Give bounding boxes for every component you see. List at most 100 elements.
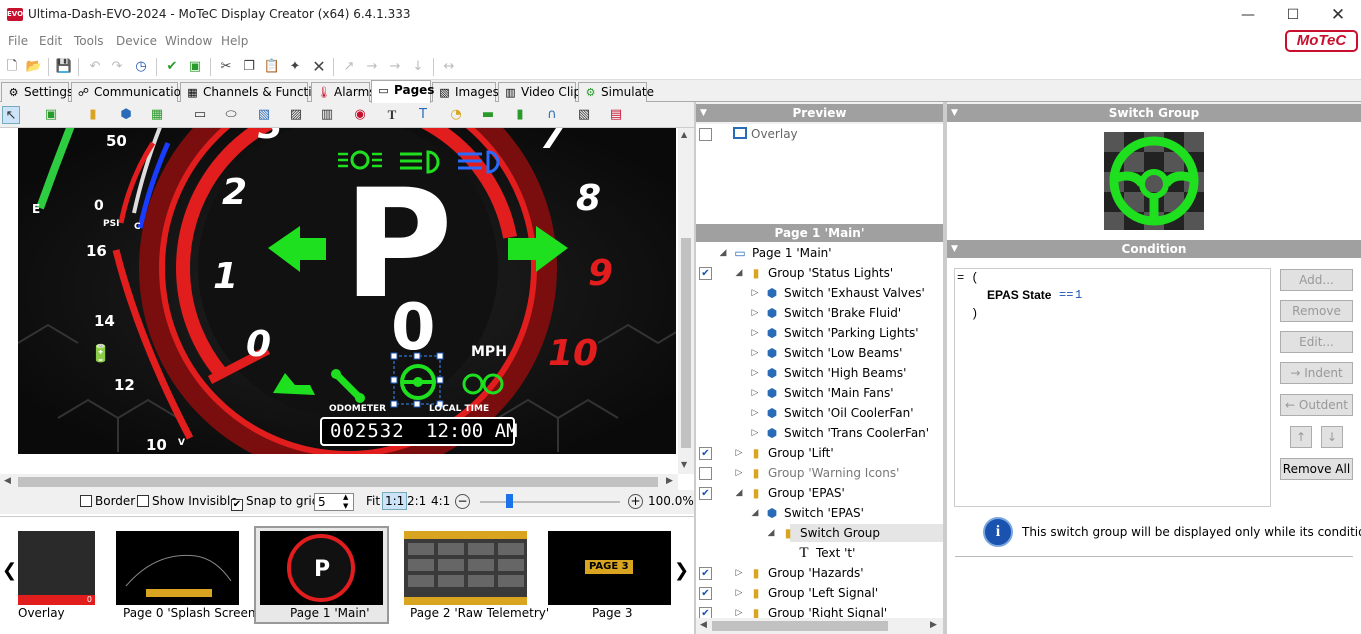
pointer-tool-icon[interactable]: ↖ [2, 106, 20, 124]
menu-device[interactable]: Device [116, 34, 157, 48]
expand-arrow-icon[interactable]: ▷ [734, 463, 744, 483]
arc-tool-icon[interactable]: ∩ [543, 106, 561, 124]
expand-arrow-icon[interactable]: ▷ [734, 603, 744, 618]
move-bottom-icon[interactable]: ↓ [409, 58, 427, 76]
move-down-button[interactable]: ↓ [1321, 426, 1343, 448]
scroll-thumb[interactable] [681, 238, 691, 448]
tab-settings[interactable]: ⚙ Settings [1, 82, 73, 102]
page-thumb-raw-telemetry[interactable] [404, 531, 527, 605]
zoom-in-icon[interactable]: + [628, 494, 643, 509]
paste-icon[interactable]: 📋 [263, 58, 281, 76]
canvas-vertical-scrollbar[interactable]: ▲ ▼ [678, 128, 694, 474]
expand-arrow-icon[interactable]: ▷ [734, 563, 744, 583]
tree-row[interactable]: ▷ ⬢ Switch 'Trans CoolerFan' [696, 423, 943, 443]
scroll-up-icon[interactable]: ▲ [681, 130, 687, 139]
tree-row[interactable]: ▷ ⬢ Switch 'Exhaust Valves' [696, 283, 943, 303]
paste-special-icon[interactable]: ✦ [286, 58, 304, 76]
add-page-icon[interactable]: ▣ [42, 106, 60, 124]
tree-row[interactable]: ▷ ⬢ Switch 'Parking Lights' [696, 323, 943, 343]
image-tool-icon[interactable]: ▧ [255, 106, 273, 124]
expand-arrow-icon[interactable]: ▷ [750, 363, 760, 383]
menu-file[interactable]: File [8, 34, 28, 48]
scroll-right-icon[interactable]: ▶ [666, 476, 673, 486]
vertical-bar-tool-icon[interactable]: ▮ [511, 106, 529, 124]
show-invisible-checkbox[interactable]: Show Invisible [137, 494, 238, 508]
text-tool-icon[interactable]: T [383, 106, 401, 124]
check-icon[interactable]: ✔ [163, 58, 181, 76]
expand-arrow-icon[interactable]: ▷ [750, 423, 760, 443]
expand-arrow-icon[interactable]: ▷ [734, 443, 744, 463]
canvas-horizontal-scrollbar[interactable]: ◀ ▶ [0, 474, 678, 490]
outdent-button[interactable]: ← Outdent [1280, 394, 1353, 416]
tab-channels-functions[interactable]: ▦ Channels & Functions [180, 82, 333, 102]
dash-canvas[interactable]: P 0 MPH ODOMETER LOCAL TIME 002532 12:00… [18, 128, 676, 454]
remove-all-button[interactable]: Remove All [1280, 458, 1353, 480]
menu-tools[interactable]: Tools [74, 34, 104, 48]
alarm-tool-icon[interactable]: ◉ [351, 106, 369, 124]
save-icon[interactable]: 💾 [55, 58, 73, 76]
channel-text-icon[interactable]: Τ [414, 106, 432, 124]
condition-editor[interactable]: = ( EPAS State == 1 ) [954, 268, 1271, 507]
switch-group-header[interactable]: ▼ Switch Group [947, 104, 1361, 122]
zoom-fit-button[interactable]: Fit [366, 494, 380, 508]
zoom-4-1-button[interactable]: 4:1 [431, 494, 450, 508]
tree-row[interactable]: ✔ ▷ ▮ Group 'Right Signal' [696, 603, 943, 618]
maximize-button[interactable]: ☐ [1270, 0, 1316, 30]
table-tool-icon[interactable]: ▦ [148, 106, 166, 124]
scroll-thumb[interactable] [712, 621, 888, 631]
tab-alarms[interactable]: 🌡 Alarms [311, 82, 376, 102]
expand-arrow-icon[interactable]: ▷ [750, 343, 760, 363]
expand-arrow-icon[interactable]: ▷ [750, 323, 760, 343]
tree-row[interactable]: ◢ ⬢ Switch 'EPAS' [696, 503, 943, 523]
indent-button[interactable]: → Indent [1280, 362, 1353, 384]
tree-row-checkbox[interactable]: ✔ [699, 447, 712, 460]
redo-icon[interactable]: ↷ [108, 58, 126, 76]
condition-header[interactable]: ▼ Condition [947, 240, 1361, 258]
zoom-out-icon[interactable]: − [455, 494, 470, 509]
page-thumb-main[interactable]: P [260, 531, 383, 605]
strip-prev-icon[interactable]: ❮ [2, 560, 17, 581]
undo-icon[interactable]: ↶ [86, 58, 104, 76]
collapse-arrow-icon[interactable]: ◢ [750, 503, 760, 523]
tree-row[interactable]: ▷ ⬢ Switch 'Main Fans' [696, 383, 943, 403]
tree-row[interactable]: ✔ ◢ ▮ Group 'EPAS' [696, 483, 943, 503]
copy-icon[interactable]: ❐ [240, 58, 258, 76]
collapse-arrow-icon[interactable]: ◢ [718, 243, 728, 263]
tree-row[interactable]: ▷ ▮ Group 'Warning Icons' [696, 463, 943, 483]
tree-row-checkbox[interactable]: ✔ [699, 567, 712, 580]
close-button[interactable]: ✕ [1315, 0, 1361, 30]
scroll-left-icon[interactable]: ◀ [700, 620, 707, 630]
menu-window[interactable]: Window [165, 34, 212, 48]
tree-row[interactable]: ▷ ⬢ Switch 'Brake Fluid' [696, 303, 943, 323]
send-to-device-icon[interactable]: ▣ [186, 58, 204, 76]
tab-communications[interactable]: ☍ Communications [71, 82, 195, 102]
cut-icon[interactable]: ✂ [217, 58, 235, 76]
expand-arrow-icon[interactable]: ▷ [734, 583, 744, 603]
edit-button[interactable]: Edit... [1280, 331, 1353, 353]
scroll-right-icon[interactable]: ▶ [930, 620, 937, 630]
zoom-slider-thumb[interactable] [506, 494, 513, 508]
tree-row-checkbox[interactable]: ✔ [699, 587, 712, 600]
tree-row-checkbox[interactable]: ✔ [699, 607, 712, 618]
spin-down-icon[interactable]: ▼ [343, 502, 348, 510]
menu-edit[interactable]: Edit [39, 34, 62, 48]
strip-next-icon[interactable]: ❯ [674, 560, 689, 581]
history-icon[interactable]: ◷ [132, 58, 150, 76]
tab-simulate[interactable]: ⚙ Simulate [578, 82, 654, 102]
preview-header[interactable]: ▼ Preview [696, 104, 943, 122]
tree-row[interactable]: ✔ ▷ ▮ Group 'Left Signal' [696, 583, 943, 603]
expand-arrow-icon[interactable]: ▷ [750, 303, 760, 323]
spin-up-icon[interactable]: ▲ [343, 493, 348, 501]
sprite-tool-icon[interactable]: ▧ [575, 106, 593, 124]
tree-row-checkbox[interactable]: ✔ [699, 267, 712, 280]
scroll-thumb[interactable] [18, 477, 658, 487]
menu-help[interactable]: Help [221, 34, 248, 48]
page-thumb-page3[interactable]: PAGE 3 [548, 531, 671, 605]
switch-tool-icon[interactable]: ⬢ [117, 106, 135, 124]
tree-row[interactable]: ◢ ▮ Switch Group [696, 523, 943, 543]
ellipse-tool-icon[interactable]: ⬭ [222, 106, 240, 124]
delete-icon[interactable]: ✕ [310, 58, 328, 76]
collapse-arrow-icon[interactable]: ◢ [766, 523, 776, 543]
grid-size-spinner[interactable]: 5 ▲ ▼ [314, 493, 354, 511]
video-tool-icon[interactable]: ▥ [318, 106, 336, 124]
